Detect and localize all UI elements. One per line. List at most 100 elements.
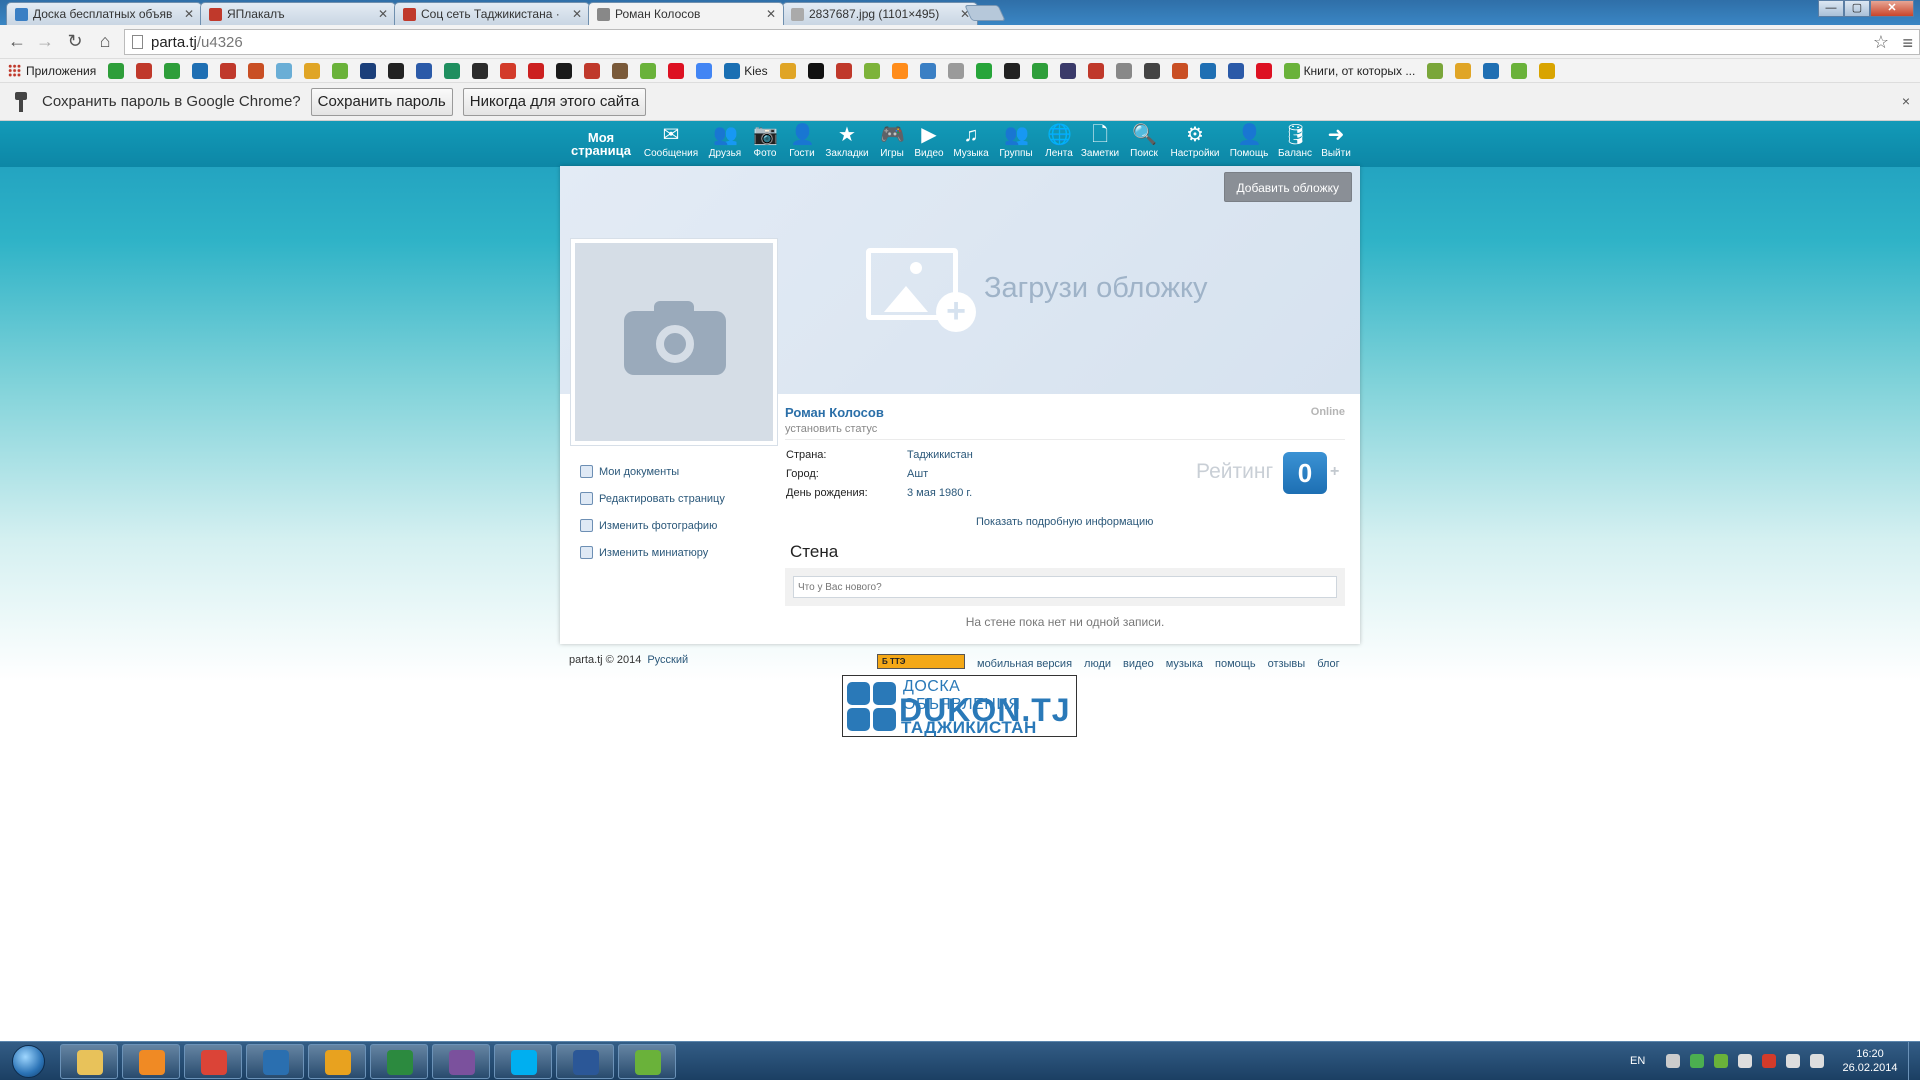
tray-icon[interactable] [1714, 1054, 1729, 1068]
my-documents-link[interactable]: Мои документы [580, 458, 725, 485]
bookmark-icon[interactable] [835, 62, 852, 79]
tray-icon[interactable] [1762, 1054, 1777, 1068]
bookmark-icon[interactable] [304, 62, 321, 79]
bookmark-label-kies[interactable]: Kies [744, 64, 767, 78]
back-button[interactable]: ← [6, 31, 28, 52]
home-button[interactable]: ⌂ [94, 31, 116, 52]
tray-icon[interactable] [1786, 1054, 1801, 1068]
taskbar-chrome[interactable] [184, 1044, 242, 1079]
show-desktop-button[interactable] [1908, 1042, 1920, 1080]
language-indicator[interactable]: EN [1630, 1055, 1645, 1067]
bookmark-icon[interactable] [779, 62, 796, 79]
tab-dukon[interactable]: Доска бесплатных объяв ✕ [6, 2, 202, 25]
bookmark-icon[interactable] [108, 62, 125, 79]
bookmark-icon[interactable] [360, 62, 377, 79]
tab-profile[interactable]: Роман Колосов ✕ [588, 2, 784, 25]
bookmark-icon[interactable] [500, 62, 517, 79]
bookmark-icon[interactable] [332, 62, 349, 79]
counter-badge[interactable]: Б ТТЭ [877, 654, 965, 669]
bookmark-icon[interactable] [1199, 62, 1216, 79]
bookmark-icon[interactable] [1059, 62, 1076, 79]
bookmark-icon[interactable] [556, 62, 573, 79]
tab-close-icon[interactable]: ✕ [572, 7, 582, 21]
bookmark-icon[interactable] [1511, 62, 1528, 79]
bookmark-icon[interactable] [947, 62, 964, 79]
bookmark-icon[interactable] [1483, 62, 1500, 79]
nav-item[interactable]: ✉ Сообщения [643, 124, 699, 159]
tab-close-icon[interactable]: ✕ [378, 7, 388, 21]
footer-link-reviews[interactable]: отзывы [1268, 658, 1306, 670]
bookmark-icon[interactable] [919, 62, 936, 79]
tray-icon[interactable] [1810, 1054, 1825, 1068]
bookmark-icon[interactable] [863, 62, 880, 79]
clock[interactable]: 16:20 26.02.2014 [1840, 1047, 1900, 1075]
upload-cover[interactable]: + Загрузи обложку [866, 244, 1207, 332]
tray-icon[interactable] [1738, 1054, 1753, 1068]
chrome-menu-icon[interactable]: ≡ [1902, 33, 1913, 54]
tab-image[interactable]: 2837687.jpg (1101×495) ✕ [782, 2, 978, 25]
footer-link-music[interactable]: музыка [1166, 658, 1203, 670]
bookmark-icon[interactable] [164, 62, 181, 79]
bookmark-icon[interactable] [668, 62, 685, 79]
taskbar-skype[interactable] [494, 1044, 552, 1079]
bookmark-icon[interactable] [1003, 62, 1020, 79]
bookmark-label-books[interactable]: Книги, от которых ... [1304, 64, 1416, 78]
bookmark-icon[interactable] [1227, 62, 1244, 79]
bookmark-icon[interactable] [388, 62, 405, 79]
nav-item[interactable]: ➜ Выйти [1308, 124, 1364, 159]
edit-page-link[interactable]: Редактировать страницу [580, 485, 725, 512]
bookmark-icon[interactable] [640, 62, 657, 79]
new-tab-button[interactable] [964, 5, 1006, 21]
bookmark-icon[interactable] [248, 62, 265, 79]
reload-button[interactable]: ↻ [64, 31, 86, 52]
profile-name[interactable]: Роман Колосов [785, 405, 884, 420]
taskbar-r-app[interactable] [246, 1044, 304, 1079]
tray-icon[interactable] [1690, 1054, 1705, 1068]
bookmark-icon[interactable] [807, 62, 824, 79]
taskbar-viber[interactable] [432, 1044, 490, 1079]
taskbar-word[interactable] [556, 1044, 614, 1079]
bookmark-icon[interactable] [1115, 62, 1132, 79]
country-value[interactable]: Таджикистан [907, 449, 973, 461]
avatar[interactable] [570, 238, 778, 446]
bookmark-icon[interactable] [1031, 62, 1048, 79]
bookmark-icon[interactable] [1539, 62, 1556, 79]
bookmark-icon[interactable] [276, 62, 293, 79]
show-more-info-link[interactable]: Показать подробную информацию [976, 516, 1153, 528]
footer-link-help[interactable]: помощь [1215, 658, 1256, 670]
bookmark-icon[interactable] [696, 62, 713, 79]
tray-icon[interactable] [1666, 1054, 1681, 1068]
bookmark-icon[interactable] [1455, 62, 1472, 79]
bookmark-icon[interactable] [975, 62, 992, 79]
taskbar-media-player[interactable] [122, 1044, 180, 1079]
tab-close-icon[interactable]: ✕ [766, 7, 776, 21]
bookmark-icon[interactable] [472, 62, 489, 79]
address-bar[interactable]: parta.tj/u4326 ☆ ≡ [124, 29, 1920, 55]
bookmark-icon[interactable] [1143, 62, 1160, 79]
nav-item[interactable]: 🔍 Поиск [1116, 124, 1172, 159]
bookmark-icon[interactable] [1087, 62, 1104, 79]
start-button[interactable] [2, 1042, 54, 1080]
city-value[interactable]: Ашт [907, 468, 928, 480]
nav-item[interactable]: ⚙ Настройки [1167, 124, 1223, 159]
taskbar-excel[interactable] [370, 1044, 428, 1079]
save-password-button[interactable]: Сохранить пароль [310, 87, 453, 116]
bookmark-icon[interactable] [192, 62, 209, 79]
change-thumbnail-link[interactable]: Изменить миниатюру [580, 539, 725, 566]
bookmark-icon[interactable] [416, 62, 433, 79]
bookmark-icon[interactable] [891, 62, 908, 79]
bookmark-icon[interactable] [1283, 62, 1300, 79]
minimize-button[interactable]: — [1818, 0, 1844, 17]
set-status-link[interactable]: установить статус [785, 423, 877, 435]
my-page-link[interactable]: Моя страница [568, 131, 634, 157]
bookmark-icon[interactable] [136, 62, 153, 79]
tab-close-icon[interactable]: ✕ [184, 7, 194, 21]
bookmark-icon[interactable] [220, 62, 237, 79]
wall-post-input[interactable] [793, 576, 1337, 598]
never-for-site-button[interactable]: Никогда для этого сайта [462, 87, 647, 116]
bookmark-star-icon[interactable]: ☆ [1873, 32, 1889, 53]
change-photo-link[interactable]: Изменить фотографию [580, 512, 725, 539]
bookmark-icon[interactable] [444, 62, 461, 79]
add-cover-button[interactable]: Добавить обложку [1223, 172, 1352, 202]
tab-yaplakal[interactable]: ЯПлакалъ ✕ [200, 2, 396, 25]
